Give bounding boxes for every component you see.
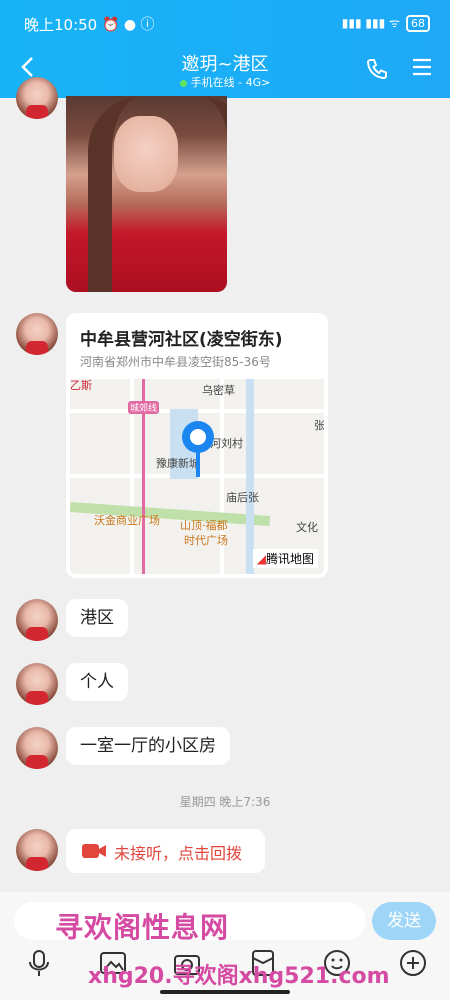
- avatar[interactable]: [16, 77, 58, 119]
- video-camera-icon: [82, 843, 106, 863]
- map-label: 乙斯: [70, 379, 92, 392]
- location-address: 河南省郑州市中牟县凌空街85-36号: [80, 355, 271, 369]
- status-bar: 晚上10:50 ⏰ ● ⓘ ▮▮▮ ▮▮▮ ᯤ 68: [24, 14, 430, 40]
- home-indicator[interactable]: [160, 990, 290, 994]
- avatar[interactable]: [16, 599, 58, 641]
- map-label: 庙后张: [226, 491, 259, 504]
- online-dot: [179, 79, 187, 87]
- send-button[interactable]: 发送: [372, 902, 436, 940]
- message-timestamp: 星期四 晚上7:36: [179, 795, 271, 809]
- map-brand-text: 腾讯地图: [265, 552, 314, 566]
- map-label: 乌密草: [202, 384, 235, 397]
- map-label: 山顶·福都: [180, 519, 228, 532]
- signal-icons: ▮▮▮ ▮▮▮ ᯤ 68: [342, 14, 430, 32]
- missed-call-text: 未接听，点击回拨: [114, 844, 243, 863]
- map-label: 时代广场: [184, 534, 228, 547]
- watermark-url: xhg20.寻欢阁xhg521.com: [88, 964, 390, 989]
- message-bubble[interactable]: 一室一厅的小区房: [66, 727, 230, 765]
- phone-icon[interactable]: [366, 58, 388, 84]
- message-bubble[interactable]: 港区: [66, 599, 128, 637]
- map-brand-logo-icon: ◢: [256, 552, 266, 566]
- battery-indicator: 68: [406, 15, 430, 32]
- map-label: 沃金商业广场: [94, 514, 160, 527]
- online-text: 手机在线 - 4G: [190, 76, 262, 89]
- location-title: 中牟县营河社区(凌空街东): [80, 330, 283, 350]
- map-brand: ◢腾讯地图: [252, 549, 318, 568]
- top-bar: 晚上10:50 ⏰ ● ⓘ ▮▮▮ ▮▮▮ ᯤ 68 邀玥~港区 手机在线 - 4…: [0, 0, 450, 98]
- avatar[interactable]: [16, 313, 58, 355]
- watermark-text: 寻欢阁性息网: [55, 911, 230, 944]
- location-card[interactable]: 中牟县营河社区(凌空街东) 河南省郑州市中牟县凌空街85-36号 乌密草 城郊线…: [66, 313, 328, 578]
- status-time: 晚上10:50: [24, 16, 98, 34]
- photo-message[interactable]: [66, 96, 227, 292]
- plus-icon[interactable]: [398, 948, 428, 978]
- avatar[interactable]: [16, 727, 58, 769]
- chevron-right-icon: >: [261, 76, 271, 89]
- location-pin-icon: [180, 419, 216, 483]
- map-label: 文化: [296, 521, 318, 534]
- menu-icon[interactable]: [412, 58, 432, 80]
- notification-icons: ⏰ ● ⓘ: [102, 17, 155, 33]
- avatar[interactable]: [16, 829, 58, 871]
- message-bubble[interactable]: 个人: [66, 663, 128, 701]
- microphone-icon[interactable]: [24, 948, 54, 978]
- map-label: 张: [314, 419, 324, 432]
- face: [114, 116, 178, 192]
- avatar[interactable]: [16, 663, 58, 705]
- missed-call-bubble[interactable]: 未接听，点击回拨: [66, 829, 265, 873]
- map-label: 城郊线: [128, 401, 160, 414]
- map-preview[interactable]: 乌密草 城郊线 河刘村 豫康新城 张 庙后张 沃金商业广场 山顶·福都 时代广场…: [70, 379, 324, 574]
- river: [246, 379, 254, 574]
